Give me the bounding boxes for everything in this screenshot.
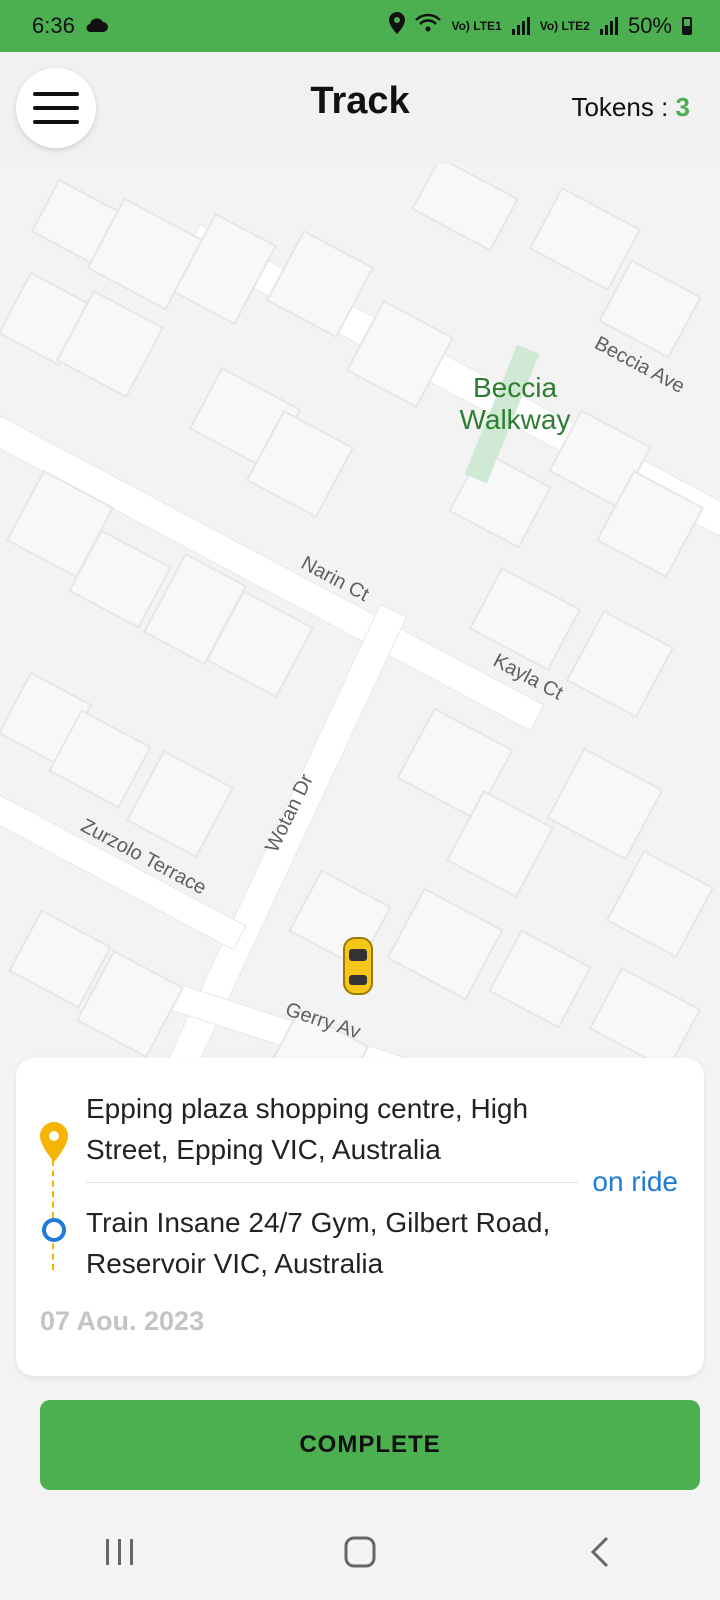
app-header: Track Tokens : 3 (0, 52, 720, 164)
status-right: Vo) LTE1 Vo) LTE2 50% (389, 12, 692, 40)
tokens-value: 3 (675, 92, 690, 122)
trip-card[interactable]: Epping plaza shopping centre, High Stree… (16, 1058, 704, 1376)
complete-button[interactable]: COMPLETE (40, 1400, 700, 1490)
map-building (288, 869, 392, 969)
battery-icon (682, 17, 692, 35)
map-building (605, 849, 715, 959)
map-building (411, 164, 519, 252)
status-left: 6:36 (32, 13, 109, 39)
map-building (546, 747, 664, 861)
map-building (448, 449, 552, 549)
system-nav-bar (0, 1504, 720, 1600)
pickup-address: Epping plaza shopping centre, High Stree… (86, 1093, 529, 1165)
wifi-icon (415, 13, 442, 39)
car-marker-icon (343, 937, 373, 995)
map-building (468, 566, 582, 672)
ride-status: on ride (592, 1166, 678, 1197)
tokens-label: Tokens : (571, 92, 676, 122)
cloud-icon (85, 13, 109, 39)
map-building (488, 929, 592, 1029)
map-building (565, 609, 675, 719)
trip-date: 07 Aou. 2023 (40, 1306, 205, 1336)
back-icon[interactable] (570, 1522, 630, 1582)
tokens-display: Tokens : 3 (571, 92, 690, 123)
dropoff-circle-icon (42, 1218, 66, 1242)
status-bar: 6:36 Vo) LTE1 Vo) LTE2 50% (0, 0, 720, 52)
battery-percent: 50% (627, 13, 672, 38)
pickup-pin-icon (40, 1122, 68, 1162)
lte2-label: Vo) LTE2 (539, 19, 590, 33)
address-divider (86, 1182, 578, 1183)
map-building (386, 887, 504, 1001)
map-building (125, 749, 235, 859)
lte1-label: Vo) LTE1 (451, 19, 502, 33)
map-place-label: Beccia Walkway (459, 372, 571, 435)
recent-apps-icon[interactable] (90, 1522, 150, 1582)
map-building (172, 212, 278, 326)
status-time: 6:36 (32, 13, 75, 38)
map-building (588, 966, 702, 1072)
dropoff-address: Train Insane 24/7 Gym, Gilbert Road, Res… (86, 1207, 551, 1279)
signal-icon (599, 17, 618, 35)
signal-icon (511, 17, 530, 35)
home-icon[interactable] (330, 1522, 390, 1582)
location-icon (389, 12, 406, 40)
route-connector (52, 1160, 54, 1270)
